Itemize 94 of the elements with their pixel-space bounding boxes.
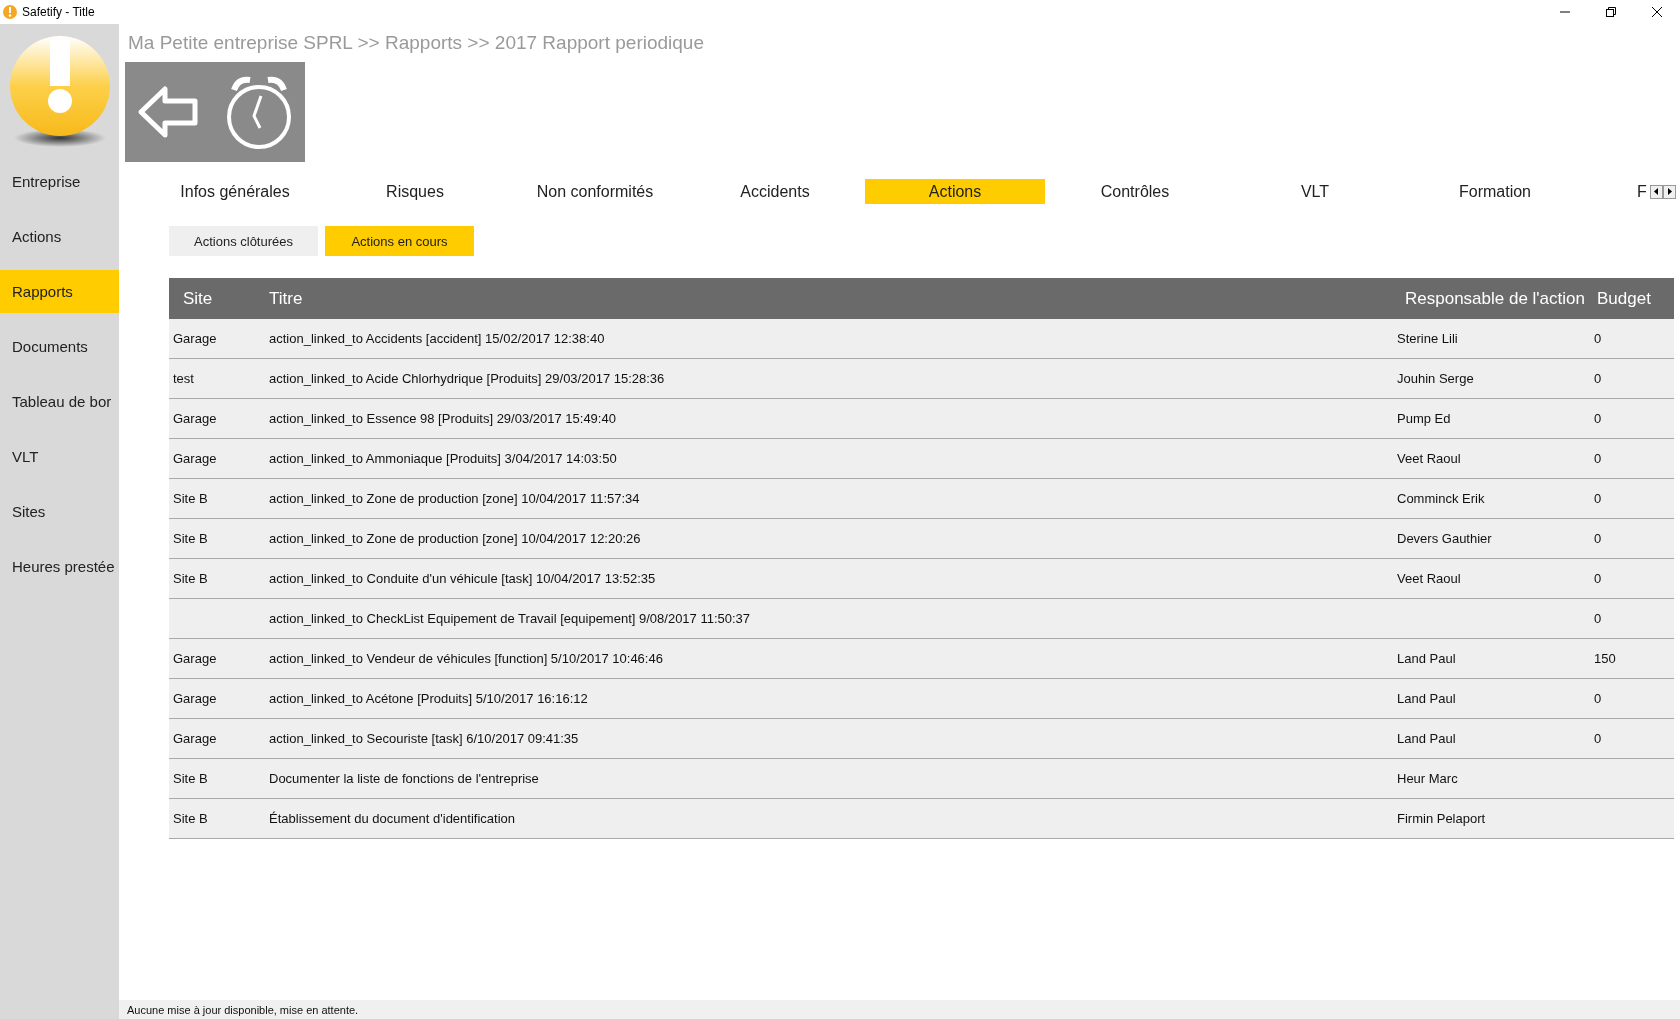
table-cell-text: Garage	[172, 691, 218, 706]
status-bar: Aucune mise à jour disponible, mise en attente.	[119, 1000, 1680, 1019]
tab[interactable]: F	[1637, 179, 1648, 204]
table-cell-text: Établissement du document d'identification	[269, 811, 517, 826]
table-cell-text: Firmin Pelaport	[1396, 811, 1487, 826]
table-cell-text: Comminck Erik	[1396, 491, 1486, 506]
breadcrumb: Ma Petite entreprise SPRL >> Rapports >> 2017 Rapport periodique	[127, 31, 705, 55]
column-header: Titre	[269, 288, 304, 309]
table-cell-text: Garage	[172, 731, 218, 746]
table-cell-text: action_linked_to Essence 98 [Produits] 29/03/2017 15:49:40	[269, 411, 617, 426]
tab[interactable]: Actions	[865, 179, 1045, 204]
table-cell-text: action_linked_to Acide Chlorhydrique [Produits] 29/03/2017 15:28:36	[269, 371, 666, 386]
table-cell-text: action_linked_to Zone de production [zone] 10/04/2017 12:20:26	[269, 531, 642, 546]
window-title: Safetify - Title	[22, 5, 96, 19]
table-row[interactable]: action_linked_to CheckList Equipement de Travail [equipement] 9/08/2017 11:50:37 0	[169, 599, 1674, 639]
table-cell-text: 0	[1593, 571, 1603, 586]
table-cell-text: action_linked_to Conduite d'un véhicule [task] 10/04/2017 13:52:35	[269, 571, 657, 586]
table-cell-text: Land Paul	[1396, 691, 1457, 706]
column-header: Budget	[1596, 288, 1652, 309]
table-cell-text: Garage	[172, 451, 218, 466]
table-row[interactable]: Site B action_linked_to Zone de production [zone] 10/04/2017 11:57:34 Comminck Erik 0	[169, 479, 1674, 519]
table-cell-text: 0	[1593, 331, 1603, 346]
table-cell-text: Site B	[172, 531, 209, 546]
table-row[interactable]: Garage action_linked_to Secouriste [task] 6/10/2017 09:41:35 Land Paul 0	[169, 719, 1674, 759]
close-icon	[1651, 6, 1663, 18]
table-row[interactable]: test action_linked_to Acide Chlorhydrique [Produits] 29/03/2017 15:28:36 Jouhin Serge 0	[169, 359, 1674, 399]
table-cell-text: 0	[1593, 611, 1603, 626]
restore-icon	[1605, 6, 1617, 18]
table-cell-text: Land Paul	[1396, 651, 1457, 666]
subtab[interactable]: Actions en cours	[325, 226, 474, 256]
table-cell-text: Garage	[172, 651, 218, 666]
table-cell-text: action_linked_to Zone de production [zone] 10/04/2017 11:57:34	[269, 491, 641, 506]
table-cell-text: 0	[1593, 531, 1603, 546]
table-cell-text: 0	[1593, 691, 1603, 706]
table-cell-text: Site B	[172, 811, 209, 826]
tab[interactable]: Non conformités	[505, 179, 685, 204]
table-cell-text: Veet Raoul	[1396, 451, 1462, 466]
scroll-right-button[interactable]	[1663, 184, 1676, 199]
table-cell-text: Heur Marc	[1396, 771, 1459, 786]
table-row[interactable]: Site B Documenter la liste de fonctions de l'entreprise Heur Marc	[169, 759, 1674, 799]
table-row[interactable]: Garage action_linked_to Ammoniaque [Produits] 3/04/2017 14:03:50 Veet Raoul 0	[169, 439, 1674, 479]
sidebar-item[interactable]: Tableau de bor	[0, 380, 119, 423]
table-cell-text: 0	[1593, 451, 1603, 466]
tab[interactable]: Accidents	[685, 179, 865, 204]
table-row[interactable]: Site B Établissement du document d'identification Firmin Pelaport	[169, 799, 1674, 839]
tab[interactable]: Formation	[1405, 179, 1585, 204]
table-row[interactable]: Garage action_linked_to Acétone [Produits] 5/10/2017 16:16:12 Land Paul 0	[169, 679, 1674, 719]
table-cell-text: Pump Ed	[1396, 411, 1452, 426]
tab[interactable]: Infos générales	[145, 179, 325, 204]
table-cell-text: 0	[1593, 411, 1603, 426]
table-cell-text: Site B	[172, 771, 209, 786]
table-cell-text: action_linked_to Ammoniaque [Produits] 3/04/2017 14:03:50	[269, 451, 618, 466]
table-row[interactable]: Garage action_linked_to Accidents [accident] 15/02/2017 12:38:40 Sterine Lili 0	[169, 319, 1674, 359]
table-cell-text: Jouhin Serge	[1396, 371, 1475, 386]
tab[interactable]: VLT	[1225, 179, 1405, 204]
table-cell-text: test	[172, 371, 195, 386]
sidebar-item[interactable]: Entreprise	[0, 160, 119, 203]
table-row[interactable]: Site B action_linked_to Conduite d'un véhicule [task] 10/04/2017 13:52:35 Veet Raoul 0	[169, 559, 1674, 599]
table-row[interactable]: Garage action_linked_to Vendeur de véhicules [function] 5/10/2017 10:46:46 Land Paul 150	[169, 639, 1674, 679]
tab[interactable]: Contrôles	[1045, 179, 1225, 204]
table-row[interactable]: Garage action_linked_to Essence 98 [Produits] 29/03/2017 15:49:40 Pump Ed 0	[169, 399, 1674, 439]
left-triangle-icon	[1654, 188, 1659, 195]
column-header: Site	[182, 288, 214, 309]
sidebar-item[interactable]: Rapports	[0, 270, 119, 313]
right-triangle-icon	[1667, 188, 1672, 195]
table-row[interactable]: Site B action_linked_to Zone de production [zone] 10/04/2017 12:20:26 Devers Gauthier 0	[169, 519, 1674, 559]
table-cell-text: action_linked_to Secouriste [task] 6/10/2017 09:41:35	[269, 731, 580, 746]
table-cell-text: 0	[1593, 491, 1603, 506]
subtab[interactable]: Actions clôturées	[169, 226, 318, 256]
table-cell-text: 0	[1593, 371, 1603, 386]
tab[interactable]: Risques	[325, 179, 505, 204]
sidebar-item[interactable]: Heures prestée	[0, 545, 119, 588]
table-cell-text: Devers Gauthier	[1396, 531, 1493, 546]
sidebar-item[interactable]: VLT	[0, 435, 119, 478]
table-cell-text: Site B	[172, 491, 209, 506]
column-header: Responsable de l'action	[1404, 288, 1586, 309]
table-cell-text: action_linked_to Vendeur de véhicules [function] 5/10/2017 10:46:46	[269, 651, 664, 666]
sidebar-item[interactable]: Sites	[0, 490, 119, 533]
table-cell-text: Site B	[172, 571, 209, 586]
table-cell-text: Garage	[172, 331, 218, 346]
table-cell-text: action_linked_to Accidents [accident] 15/02/2017 12:38:40	[269, 331, 606, 346]
table-cell-text: action_linked_to Acétone [Produits] 5/10/2017 16:16:12	[269, 691, 589, 706]
table-cell-text: Sterine Lili	[1396, 331, 1459, 346]
table-cell-text: Veet Raoul	[1396, 571, 1462, 586]
table-cell-text: Land Paul	[1396, 731, 1457, 746]
sidebar-item[interactable]: Actions	[0, 215, 119, 258]
table-cell-text: action_linked_to CheckList Equipement de Travail [equipement] 9/08/2017 11:50:37	[269, 611, 752, 626]
table-cell-text: Garage	[172, 411, 218, 426]
scroll-left-button[interactable]	[1650, 184, 1663, 199]
back-arrow-icon[interactable]	[136, 85, 201, 139]
table-cell-text: 0	[1593, 731, 1603, 746]
sidebar-item[interactable]: Documents	[0, 325, 119, 368]
table-cell-text: 150	[1593, 651, 1617, 666]
table-cell-text: Documenter la liste de fonctions de l'entreprise	[269, 771, 540, 786]
